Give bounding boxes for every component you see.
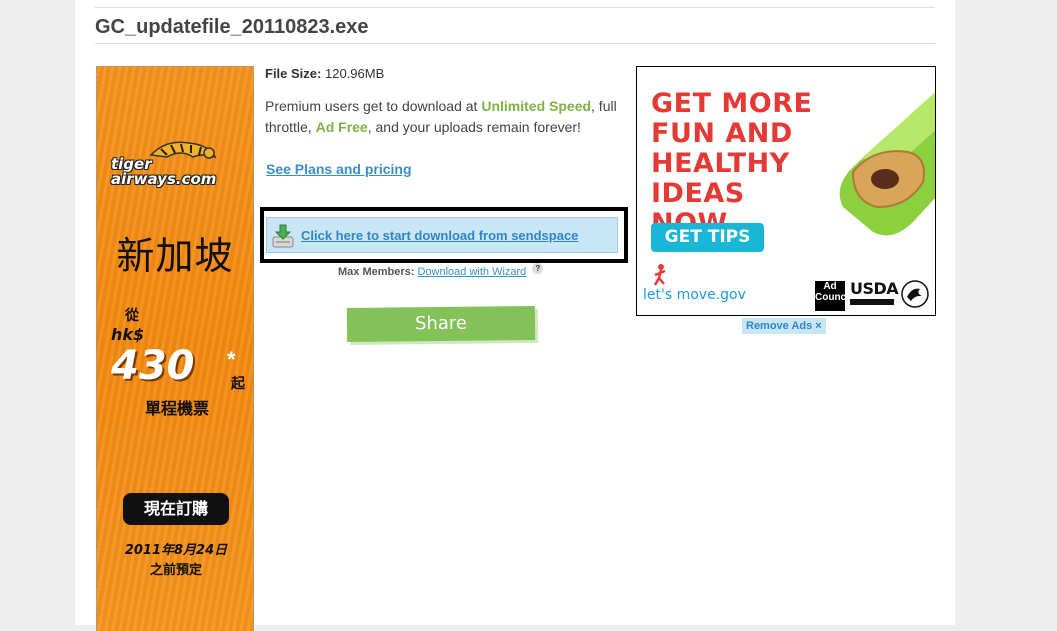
page-container: GC_updatefile_20110823.exe tiger airways… xyxy=(75,0,955,631)
hhs-eagle-icon xyxy=(901,280,929,308)
tiger-destination: 新加坡 xyxy=(116,234,234,278)
tiger-from: 從 xyxy=(125,308,139,324)
tiger-airways-logo: tiger airways.com xyxy=(111,135,243,191)
file-size: File Size: 120.96MB xyxy=(265,66,384,81)
tiger-deadline-suffix: 之前預定 xyxy=(149,563,202,578)
tiger-currency: hk$ xyxy=(111,325,145,344)
ad-headline-line1: GET MORE xyxy=(651,88,813,119)
tiger-airways-ad[interactable]: tiger airways.com 新加坡 從 hk$ 430 * 起 單程機票… xyxy=(96,66,254,631)
ad-headline-line3: HEALTHY xyxy=(651,148,790,179)
share-button[interactable]: Share xyxy=(346,306,536,342)
ad-headline: GET MORE FUN AND HEALTHY IDEAS NOW xyxy=(651,89,831,239)
tiger-deadline: 2011年8月24日 xyxy=(124,543,228,558)
help-icon[interactable]: ? xyxy=(532,263,544,274)
premium-text-3: , and your uploads remain forever! xyxy=(367,119,581,135)
letsmove-logo: let's move.gov xyxy=(643,287,746,303)
celery-image xyxy=(839,92,935,236)
download-wizard-link[interactable]: Download with Wizard xyxy=(417,266,526,278)
premium-promo: Premium users get to download at Unlimit… xyxy=(265,96,617,138)
ad-headline-line2: FUN AND xyxy=(651,118,793,149)
tiger-logo-line2: airways.com xyxy=(111,170,217,188)
usda-logo-bar xyxy=(850,299,894,305)
file-size-label: File Size: xyxy=(265,66,322,81)
plans-pricing-link[interactable]: See Plans and pricing xyxy=(266,161,412,177)
download-link-text[interactable]: Click here to start download from sendsp… xyxy=(301,228,578,243)
download-button[interactable]: Click here to start download from sendsp… xyxy=(266,217,618,253)
tiger-price: 430 xyxy=(111,343,195,389)
tiger-oneway: 單程機票 xyxy=(144,399,209,418)
download-column: File Size: 120.96MB Premium users get to… xyxy=(260,0,628,625)
download-icon xyxy=(272,224,294,248)
ad-free-text: Ad Free xyxy=(315,119,368,135)
ad-council-logo: Ad Council xyxy=(815,281,852,311)
max-members-label: Max Members: xyxy=(338,266,415,278)
tiger-logo-text: tiger airways.com xyxy=(111,157,243,187)
file-size-value: 120.96MB xyxy=(324,66,385,81)
running-child-icon xyxy=(653,264,666,286)
premium-text-1: Premium users get to download at xyxy=(265,98,482,114)
max-members-row: Max Members: Download with Wizard ? xyxy=(338,263,544,278)
letsmove-ad[interactable]: GET MORE FUN AND HEALTHY IDEAS NOW GET T… xyxy=(636,66,936,316)
tiger-buy-now-button[interactable]: 現在訂購 xyxy=(123,493,229,525)
get-tips-button[interactable]: GET TIPS xyxy=(651,223,764,252)
usda-logo: USDA xyxy=(850,279,899,298)
download-highlight-box: Click here to start download from sendsp… xyxy=(260,207,628,263)
tiger-asterisk: * xyxy=(227,347,236,372)
tiger-qi: 起 xyxy=(231,376,245,392)
unlimited-speed-text: Unlimited Speed xyxy=(481,98,592,114)
remove-ads-button[interactable]: Remove Ads × xyxy=(742,318,826,334)
